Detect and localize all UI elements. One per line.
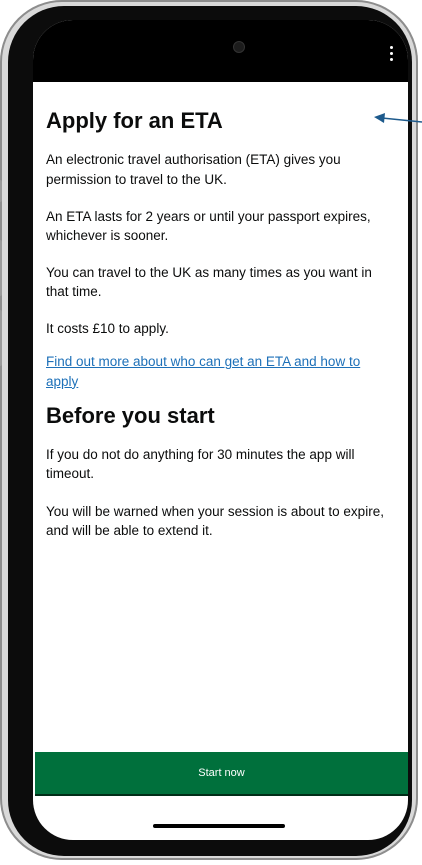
warning-text: You will be warned when your session is …: [46, 503, 384, 538]
start-now-button[interactable]: Start now: [35, 752, 408, 794]
frequency-text: You can travel to the UK as many times a…: [46, 265, 372, 300]
volume-up-button: [0, 240, 2, 296]
main-content: Apply for an ETA An electronic travel au…: [46, 108, 396, 558]
home-indicator: [153, 824, 285, 828]
page-title: Apply for an ETA: [46, 108, 223, 133]
intro-text: An electronic travel authorisation (ETA)…: [46, 152, 341, 187]
kebab-menu-icon[interactable]: [388, 46, 394, 64]
more-info-link[interactable]: Find out more about who can get an ETA a…: [46, 352, 396, 390]
front-camera-icon: [233, 41, 245, 53]
validity-text: An ETA lasts for 2 years or until your p…: [46, 208, 371, 243]
dynamic-island: [163, 32, 281, 68]
timeout-text: If you do not do anything for 30 minutes…: [46, 447, 355, 482]
action-button: [0, 180, 2, 202]
status-bar: [33, 20, 408, 82]
volume-down-button: [0, 310, 2, 366]
app-screen: Apply for an ETA An electronic travel au…: [33, 20, 408, 840]
cost-text: It costs £10 to apply.: [46, 321, 169, 337]
section-title: Before you start: [46, 402, 215, 428]
arrow-left-icon: [374, 113, 422, 123]
